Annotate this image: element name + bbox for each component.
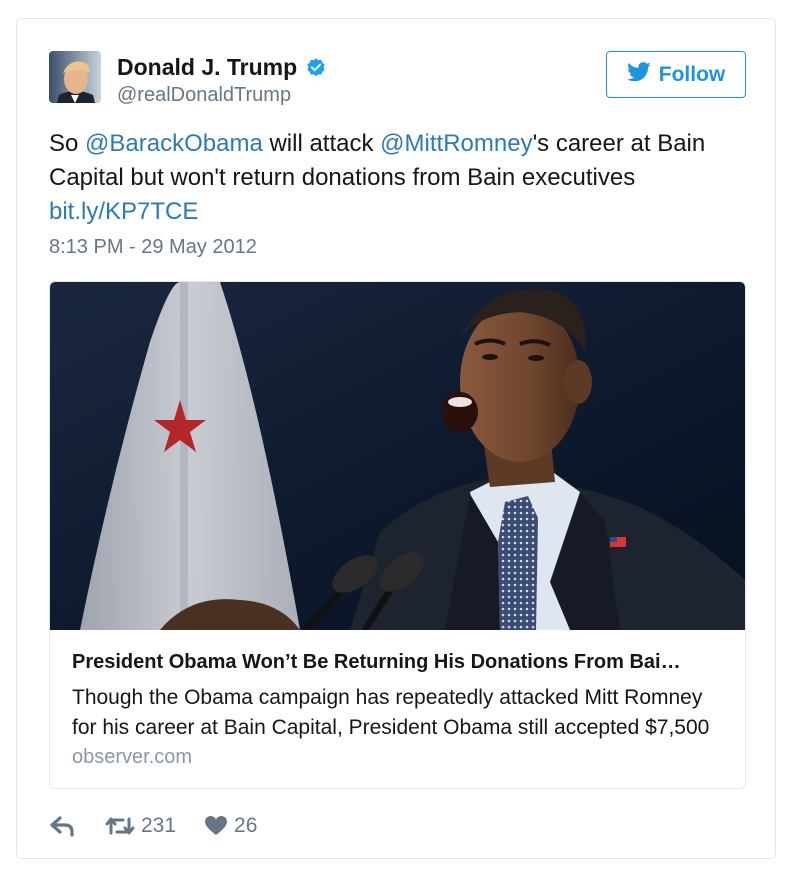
heart-icon [204,815,228,837]
reply-button[interactable] [49,815,101,837]
like-count: 26 [234,814,258,837]
tweet-timestamp[interactable]: 8:13 PM - 29 May 2012 [49,236,257,259]
follow-label: Follow [658,62,726,86]
like-button[interactable]: 26 [204,814,257,838]
card-domain: observer.com [72,746,193,768]
author-handle[interactable]: @realDonaldTrump [117,84,291,107]
tweet-actions: 231 26 [49,811,257,841]
link-preview-card[interactable]: President Obama Won’t Be Returning His D… [49,281,746,789]
card-title[interactable]: President Obama Won’t Be Returning His D… [72,651,727,674]
retweet-button[interactable]: 231 [105,814,176,838]
follow-button[interactable]: Follow [606,51,746,98]
author-avatar[interactable] [49,51,101,103]
tweet-card: Donald J. Trump @realDonaldTrump Follow … [16,18,776,859]
tweet-text-part: will attack [262,130,381,157]
tweet-text-part: So [49,130,86,157]
retweet-icon [105,815,135,837]
card-description: Though the Obama campaign has repeatedly… [72,686,710,739]
tweet-text: So @BarackObama will attack @MittRomney'… [49,127,739,229]
author-name[interactable]: Donald J. Trump [117,54,327,81]
twitter-bird-icon [626,61,651,88]
card-image[interactable] [50,282,746,630]
mention-link[interactable]: @BarackObama [85,130,263,157]
short-url-link[interactable]: bit.ly/KP7TCE [49,198,198,225]
verified-badge-icon [305,57,327,79]
mention-link[interactable]: @MittRomney [380,130,532,157]
retweet-count: 231 [141,814,177,837]
reply-icon [49,815,75,837]
author-name-text[interactable]: Donald J. Trump [117,54,297,81]
